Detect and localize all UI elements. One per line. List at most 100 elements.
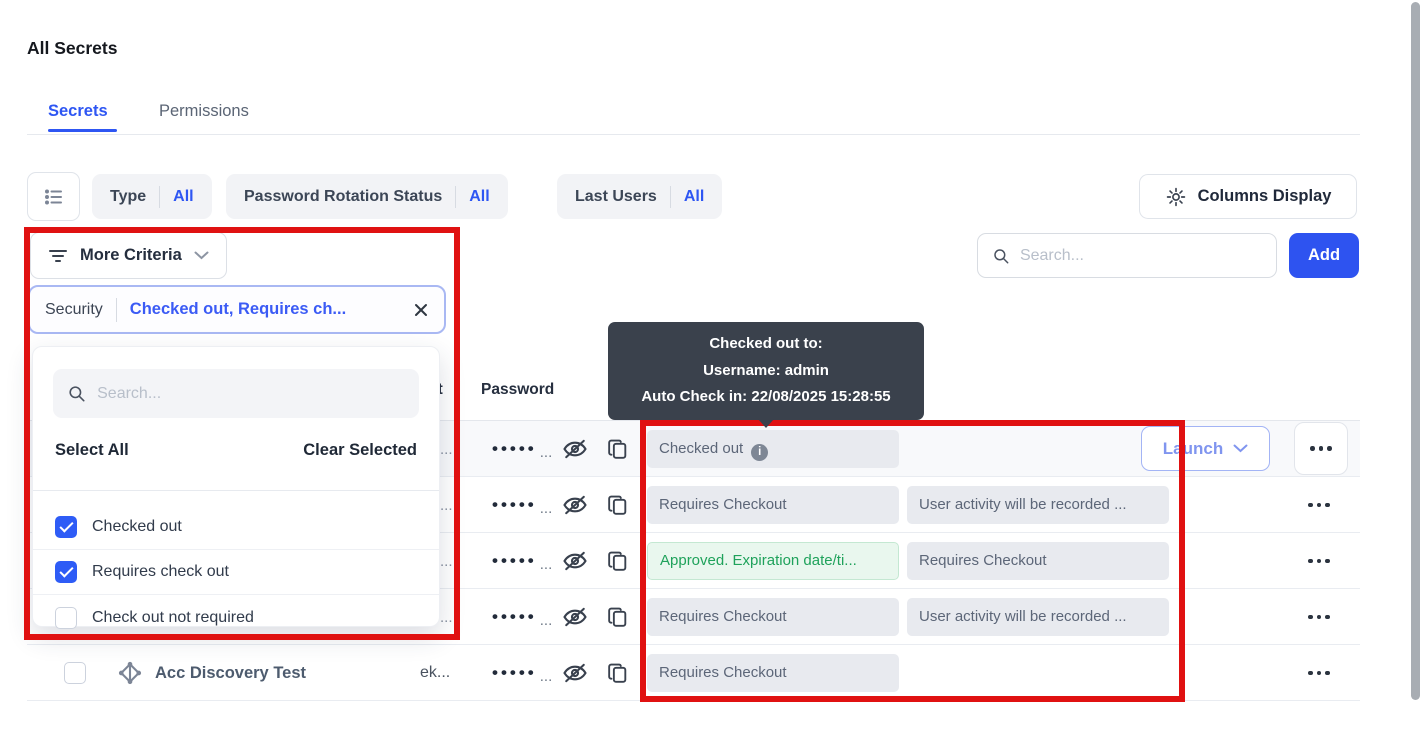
eye-off-icon: [561, 603, 589, 631]
more-criteria-label: More Criteria: [80, 246, 182, 265]
copy-password-button[interactable]: [605, 477, 630, 533]
username-cell: ...: [440, 477, 453, 533]
row-more-button[interactable]: [1308, 477, 1330, 533]
table-search[interactable]: [977, 233, 1277, 278]
status-badge: User activity will be recorded ...: [907, 598, 1169, 636]
status-badge: Requires Checkout: [907, 542, 1169, 580]
secret-name[interactable]: Acc Discovery Test: [155, 645, 306, 701]
copy-icon: [605, 437, 630, 462]
filter-chip-password-rotation-status[interactable]: Password Rotation Status All: [226, 174, 508, 219]
tabs-divider: [27, 134, 1360, 135]
tab-permissions[interactable]: Permissions: [159, 102, 249, 121]
filter-value[interactable]: All: [173, 188, 193, 206]
discovery-icon: [116, 659, 144, 687]
launch-button[interactable]: Launch: [1141, 426, 1270, 471]
checkbox-checked[interactable]: [55, 561, 77, 583]
password-masked: •••••...: [492, 477, 552, 533]
username-cell: ...: [440, 533, 453, 589]
reveal-password-button[interactable]: [561, 421, 589, 477]
checked-out-tooltip: Checked out to: Username: admin Auto Che…: [608, 322, 924, 420]
search-input[interactable]: [1020, 247, 1262, 265]
launch-label: Launch: [1163, 439, 1223, 459]
close-icon[interactable]: [413, 302, 429, 318]
status-badge: Checked outi: [647, 430, 899, 468]
dropdown-search-input[interactable]: [97, 385, 405, 403]
chip-divider: [116, 298, 117, 322]
option-label: Checked out: [92, 518, 182, 536]
chip-divider: [455, 186, 456, 208]
filter-value[interactable]: All: [684, 188, 704, 206]
tooltip-line: Checked out to:: [608, 331, 924, 358]
filter-label: Type: [110, 188, 146, 206]
status-badge: User activity will be recorded ...: [907, 486, 1169, 524]
status-badge: Approved. Expiration date/ti...: [647, 542, 899, 580]
option-label: Check out not required: [92, 609, 254, 627]
select-all-link[interactable]: Select All: [55, 441, 129, 460]
security-chip-value[interactable]: Checked out, Requires ch...: [130, 300, 400, 319]
list-view-button[interactable]: [27, 172, 80, 221]
security-criteria-dropdown: Select All Clear Selected Checked out Req…: [32, 346, 440, 627]
status-badge: Requires Checkout: [647, 654, 899, 692]
gear-icon: [1165, 186, 1187, 208]
dropdown-option-checked-out[interactable]: Checked out: [33, 505, 439, 550]
search-icon: [67, 383, 86, 404]
option-label: Requires check out: [92, 563, 229, 581]
copy-password-button[interactable]: [605, 589, 630, 645]
security-filter-chip[interactable]: Security Checked out, Requires ch...: [28, 285, 446, 334]
eye-off-icon: [561, 547, 589, 575]
tab-secrets[interactable]: Secrets: [48, 102, 108, 121]
row-more-button[interactable]: [1308, 533, 1330, 589]
eye-off-icon: [561, 435, 589, 463]
row-more-button[interactable]: [1294, 422, 1348, 475]
username-cell: ...: [440, 589, 453, 645]
copy-icon: [605, 605, 630, 630]
copy-icon: [605, 661, 630, 686]
page-title: All Secrets: [27, 38, 117, 59]
chevron-down-icon: [194, 251, 209, 260]
checkbox-unchecked[interactable]: [55, 607, 77, 629]
dropdown-option-requires-check-out[interactable]: Requires check out: [33, 550, 439, 595]
row-checkbox[interactable]: [64, 662, 86, 684]
more-actions-icon[interactable]: [1308, 559, 1330, 564]
reveal-password-button[interactable]: [561, 645, 589, 701]
info-icon[interactable]: i: [751, 444, 768, 461]
reveal-password-button[interactable]: [561, 533, 589, 589]
reveal-password-button[interactable]: [561, 477, 589, 533]
filter-value[interactable]: All: [469, 188, 489, 206]
filter-chip-last-users[interactable]: Last Users All: [557, 174, 722, 219]
eye-off-icon: [561, 491, 589, 519]
dropdown-links: Select All Clear Selected: [55, 441, 417, 460]
username-cell: ...: [440, 421, 453, 477]
add-button[interactable]: Add: [1289, 233, 1359, 278]
vertical-scrollbar[interactable]: [1411, 2, 1420, 700]
filter-chip-type[interactable]: Type All: [92, 174, 212, 219]
clear-selected-link[interactable]: Clear Selected: [303, 441, 417, 460]
password-masked: •••••...: [492, 533, 552, 589]
status-badge: Requires Checkout: [647, 598, 899, 636]
chevron-down-icon: [1233, 444, 1248, 453]
reveal-password-button[interactable]: [561, 589, 589, 645]
checkbox-checked[interactable]: [55, 516, 77, 538]
tooltip-line: Username: admin: [608, 358, 924, 385]
more-criteria-button[interactable]: More Criteria: [30, 232, 227, 279]
search-icon: [992, 246, 1010, 266]
more-actions-icon[interactable]: [1308, 671, 1330, 676]
username-cell: ek...: [420, 645, 450, 701]
password-masked: •••••...: [492, 645, 552, 701]
eye-off-icon: [561, 659, 589, 687]
table-row[interactable]: Acc Discovery Test ek... •••••... Requires …: [27, 645, 1360, 701]
more-actions-icon[interactable]: [1308, 503, 1330, 508]
chip-divider: [159, 186, 160, 208]
columns-display-button[interactable]: Columns Display: [1139, 174, 1357, 219]
row-more-button[interactable]: [1308, 645, 1330, 701]
dropdown-search[interactable]: [53, 369, 419, 418]
active-tab-underline: [48, 129, 117, 132]
filter-label: Password Rotation Status: [244, 188, 442, 206]
copy-password-button[interactable]: [605, 421, 630, 477]
copy-password-button[interactable]: [605, 645, 630, 701]
dropdown-option-check-out-not-required[interactable]: Check out not required: [33, 595, 439, 640]
more-actions-icon[interactable]: [1308, 615, 1330, 620]
copy-password-button[interactable]: [605, 533, 630, 589]
more-actions-icon[interactable]: [1310, 446, 1332, 451]
row-more-button[interactable]: [1308, 589, 1330, 645]
